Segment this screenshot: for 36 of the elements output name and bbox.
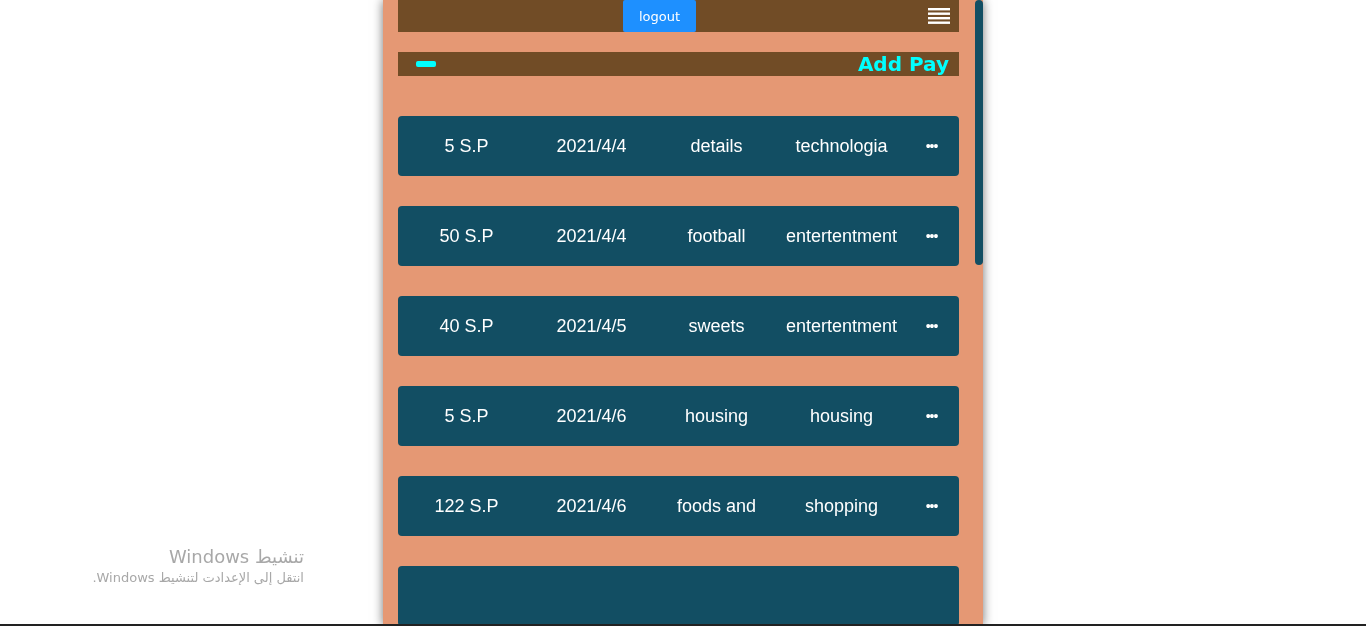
- category-text: technologia: [795, 135, 888, 157]
- payment-row[interactable]: 122 S.P 2021/4/6 foods and shopping •••: [398, 476, 959, 536]
- date-text: 2021/4/4: [556, 225, 627, 247]
- date-text: 2021/4/4: [556, 135, 627, 157]
- details-text: foods and: [676, 495, 757, 517]
- date-text: 2021/4/6: [556, 495, 627, 517]
- amount-text: 50 S.P: [439, 225, 494, 247]
- details-text: details: [690, 135, 743, 157]
- payment-row[interactable]: 5 S.P 2021/4/4 details technologia •••: [398, 116, 959, 176]
- category-text: entertentment: [785, 315, 898, 337]
- details-text: sweets: [688, 315, 745, 337]
- category-text: shopping: [804, 495, 879, 517]
- minus-icon[interactable]: [416, 61, 436, 67]
- amount-text: 5 S.P: [444, 135, 489, 157]
- more-button[interactable]: •••: [925, 318, 938, 334]
- details-text: football: [687, 225, 746, 247]
- amount-text: 5 S.P: [444, 405, 489, 427]
- payment-row[interactable]: 5 S.P 2021/4/6 housing housing •••: [398, 386, 959, 446]
- more-button[interactable]: •••: [925, 138, 938, 154]
- amount-text: 122 S.P: [434, 495, 499, 517]
- date-text: 2021/4/5: [556, 315, 627, 337]
- payment-row[interactable]: 50 S.P 2021/4/4 football entertentment •••: [398, 206, 959, 266]
- activation-message: انتقل إلى الإعدادت لتنشيط Windows.: [92, 570, 304, 585]
- add-pay-button[interactable]: Add Pay: [857, 52, 949, 76]
- category-text: housing: [809, 405, 874, 427]
- scrollbar[interactable]: [975, 0, 983, 624]
- payment-row[interactable]: 40 S.P 2021/4/5 sweets entertentment •••: [398, 296, 959, 356]
- category-text: entertentment: [785, 225, 898, 247]
- details-text: housing: [684, 405, 749, 427]
- more-button[interactable]: •••: [925, 228, 938, 244]
- more-button[interactable]: •••: [925, 498, 938, 514]
- menu-icon[interactable]: [928, 8, 950, 24]
- amount-text: 40 S.P: [439, 315, 494, 337]
- more-button[interactable]: •••: [925, 408, 938, 424]
- activation-title: تنشيط Windows: [168, 546, 304, 567]
- date-text: 2021/4/6: [556, 405, 627, 427]
